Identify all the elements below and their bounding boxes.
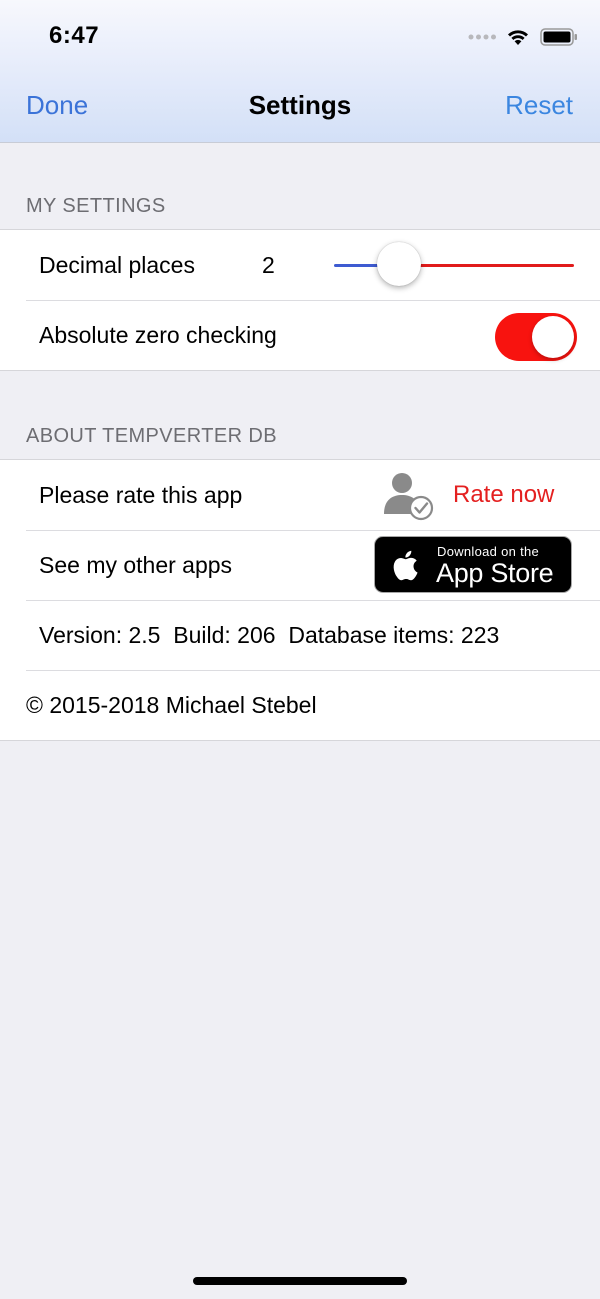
other-apps-label: See my other apps [39, 552, 233, 578]
copyright-row: © 2015-2018 Michael Stebel [0, 670, 600, 740]
slider-max-track [419, 264, 574, 267]
badge-small-text: Download on the [437, 544, 540, 559]
user-check-icon [384, 473, 434, 521]
status-icons [468, 26, 578, 48]
battery-icon [540, 28, 577, 46]
rate-now-button[interactable]: Rate now [453, 481, 554, 509]
decimal-places-slider[interactable] [334, 242, 574, 286]
toggle-knob [532, 316, 574, 358]
absolute-zero-toggle[interactable] [495, 313, 577, 361]
status-time: 6:47 [49, 22, 100, 49]
app-store-badge[interactable]: Download on the App Store [374, 536, 572, 593]
wifi-icon [508, 30, 528, 45]
version-info-text: Version: 2.5 Build: 206 Database items: … [39, 622, 500, 648]
slider-min-track [334, 264, 379, 267]
absolute-zero-label: Absolute zero checking [39, 322, 277, 348]
section-header-about: ABOUT TEMPVERTER DB [26, 425, 277, 447]
home-indicator[interactable] [193, 1277, 407, 1285]
decimal-places-row: Decimal places 2 [0, 230, 600, 300]
signal-dots-icon [468, 34, 496, 40]
apple-logo-icon [393, 550, 418, 581]
rate-app-label: Please rate this app [39, 482, 243, 508]
badge-big-text: App Store [436, 558, 554, 588]
navigation-bar: 6:47 Done Settings Reset [0, 0, 600, 143]
copyright-text: © 2015-2018 Michael Stebel [26, 692, 317, 718]
decimal-places-label: Decimal places [39, 252, 195, 278]
absolute-zero-row: Absolute zero checking [0, 300, 600, 370]
about-group: Please rate this app Rate now See my oth… [0, 459, 600, 741]
rate-app-row[interactable]: Please rate this app Rate now [0, 460, 600, 530]
slider-thumb[interactable] [377, 242, 421, 286]
version-info-row: Version: 2.5 Build: 206 Database items: … [0, 600, 600, 670]
done-button[interactable]: Done [26, 90, 88, 121]
my-settings-group: Decimal places 2 Absolute zero checking [0, 229, 600, 371]
reset-button[interactable]: Reset [505, 90, 573, 121]
other-apps-row: See my other apps Download on the App St… [0, 530, 600, 600]
decimal-places-value: 2 [262, 252, 275, 278]
section-header-my-settings: MY SETTINGS [26, 195, 166, 217]
